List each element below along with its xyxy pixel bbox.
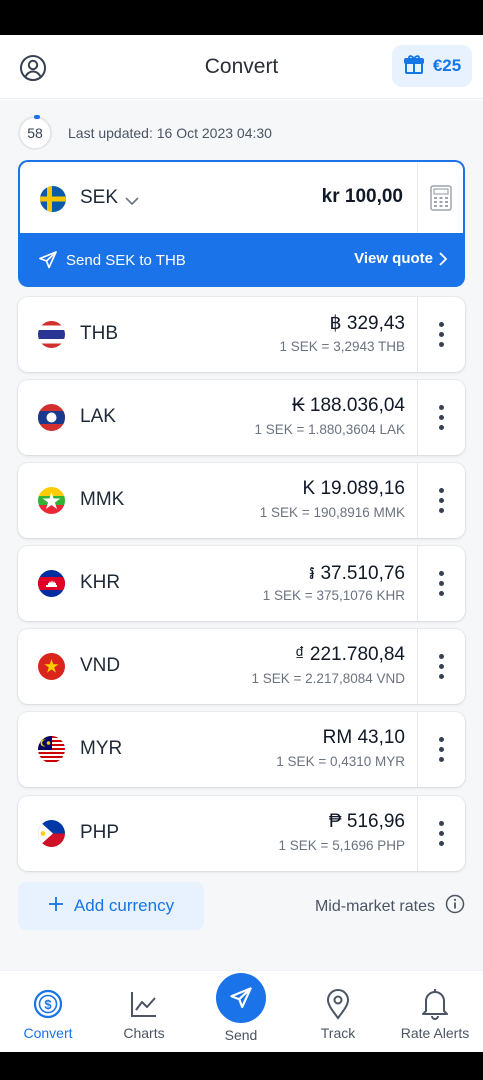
thailand-flag-icon <box>38 321 65 348</box>
reward-label: €25 <box>432 56 462 75</box>
tab-label: Send <box>224 1027 258 1043</box>
currency-code: VND <box>80 655 121 676</box>
base-currency-input[interactable]: SEK kr 100,00 <box>20 162 463 233</box>
more-options-icon[interactable] <box>417 712 465 787</box>
currency-code: PHP <box>80 822 120 843</box>
status-bar <box>0 0 483 35</box>
exchange-rate: 1 SEK = 190,8916 MMK <box>259 505 405 520</box>
currency-row-mmk[interactable]: MMK K 19.089,16 1 SEK = 190,8916 MMK <box>18 463 465 538</box>
chevron-right-icon <box>439 251 447 266</box>
vietnam-flag-icon <box>38 653 65 680</box>
more-options-icon[interactable] <box>417 380 465 455</box>
cambodia-flag-icon <box>38 570 65 597</box>
system-nav-bar <box>0 1052 483 1080</box>
svg-text:$: $ <box>44 997 52 1012</box>
exchange-rate: 1 SEK = 5,1696 PHP <box>278 838 405 853</box>
converted-amount: ៛ 37.510,76 <box>309 563 405 584</box>
currency-row-lak[interactable]: LAK ₭ 188.036,04 1 SEK = 1.880,3604 LAK <box>18 380 465 455</box>
converter-main: 58 Last updated: 16 Oct 2023 04:30 SEK k… <box>0 100 483 970</box>
exchange-rate: 1 SEK = 0,4310 MYR <box>276 754 405 769</box>
tab-label: Convert <box>23 1025 73 1041</box>
converted-amount: ₫ 221.780,84 <box>294 644 405 665</box>
converted-amount: RM 43,10 <box>322 727 405 748</box>
tab-label: Charts <box>123 1025 165 1041</box>
converted-amount: K 19.089,16 <box>302 478 405 499</box>
more-options-icon[interactable] <box>417 796 465 871</box>
send-label: Send SEK to THB <box>66 251 186 269</box>
tab-rate-alerts[interactable]: Rate Alerts <box>387 971 483 1053</box>
paper-plane-icon <box>230 987 252 1009</box>
laos-flag-icon <box>38 404 65 431</box>
info-icon[interactable] <box>445 894 465 919</box>
mid-market-label: Mid-market rates <box>314 897 435 915</box>
view-quote-label: View quote <box>354 250 433 267</box>
send-fab-button[interactable] <box>216 973 266 1023</box>
myanmar-flag-icon <box>38 487 65 514</box>
currency-row-thb[interactable]: THB ฿ 329,43 1 SEK = 3,2943 THB <box>18 297 465 372</box>
calculator-icon[interactable] <box>417 162 463 233</box>
currency-code: KHR <box>80 572 121 593</box>
bell-icon <box>418 987 452 1021</box>
tab-charts[interactable]: Charts <box>96 971 192 1053</box>
send-money-bar[interactable]: Send SEK to THB View quote <box>18 233 465 287</box>
tab-convert[interactable]: $ Convert <box>0 971 96 1053</box>
bottom-tab-bar: $ Convert Charts Send Track Rate Alerts <box>0 970 483 1052</box>
exchange-rate: 1 SEK = 3,2943 THB <box>279 339 405 354</box>
refresh-timer[interactable]: 58 <box>18 115 52 150</box>
more-options-icon[interactable] <box>417 463 465 538</box>
plus-icon <box>48 896 64 917</box>
paper-plane-icon <box>38 250 58 270</box>
currency-row-php[interactable]: PHP ₱ 516,96 1 SEK = 5,1696 PHP <box>18 796 465 871</box>
mid-market-info[interactable]: Mid-market rates <box>315 894 465 919</box>
tab-send[interactable]: Send <box>193 971 289 1053</box>
converted-amount: ₭ 188.036,04 <box>291 395 405 416</box>
tab-track[interactable]: Track <box>290 971 386 1053</box>
exchange-rate: 1 SEK = 2.217,8084 VND <box>251 671 405 686</box>
more-options-icon[interactable] <box>417 546 465 621</box>
timer-seconds: 58 <box>27 125 43 141</box>
app-header: Convert €25 <box>0 35 483 99</box>
converted-amount: ฿ 329,43 <box>329 313 405 334</box>
currency-row-vnd[interactable]: VND ₫ 221.780,84 1 SEK = 2.217,8084 VND <box>18 629 465 704</box>
more-options-icon[interactable] <box>417 297 465 372</box>
philippines-flag-icon <box>38 820 65 847</box>
sweden-flag-icon <box>40 186 66 212</box>
chart-icon <box>127 987 161 1021</box>
reward-button[interactable]: €25 <box>392 45 472 87</box>
exchange-rate: 1 SEK = 375,1076 KHR <box>262 588 405 603</box>
base-currency-code[interactable]: SEK <box>80 187 118 209</box>
gift-icon <box>403 53 425 80</box>
tab-label: Rate Alerts <box>400 1025 470 1041</box>
currency-code: THB <box>80 323 118 344</box>
malaysia-flag-icon <box>38 736 65 763</box>
currency-code: LAK <box>80 406 116 427</box>
view-quote-button[interactable]: View quote <box>354 250 447 267</box>
timer-progress <box>34 115 40 119</box>
chevron-down-icon[interactable] <box>125 193 139 206</box>
last-updated-text: Last updated: 16 Oct 2023 04:30 <box>68 125 272 141</box>
more-options-icon[interactable] <box>417 629 465 704</box>
base-currency-card: SEK kr 100,00 Send SEK to THB View quote <box>18 160 465 287</box>
currency-code: MMK <box>80 489 125 510</box>
converted-amount: ₱ 516,96 <box>328 811 405 832</box>
currency-row-khr[interactable]: KHR ៛ 37.510,76 1 SEK = 375,1076 KHR <box>18 546 465 621</box>
base-amount[interactable]: kr 100,00 <box>322 186 403 208</box>
add-currency-button[interactable]: Add currency <box>18 882 204 930</box>
location-pin-icon <box>321 987 355 1021</box>
last-updated-row: 58 Last updated: 16 Oct 2023 04:30 <box>18 115 272 150</box>
currency-code: MYR <box>80 738 123 759</box>
currency-convert-icon: $ <box>31 987 65 1021</box>
add-currency-label: Add currency <box>73 896 175 915</box>
exchange-rate: 1 SEK = 1.880,3604 LAK <box>254 422 406 437</box>
tab-label: Track <box>320 1025 356 1041</box>
currency-row-myr[interactable]: MYR RM 43,10 1 SEK = 0,4310 MYR <box>18 712 465 787</box>
